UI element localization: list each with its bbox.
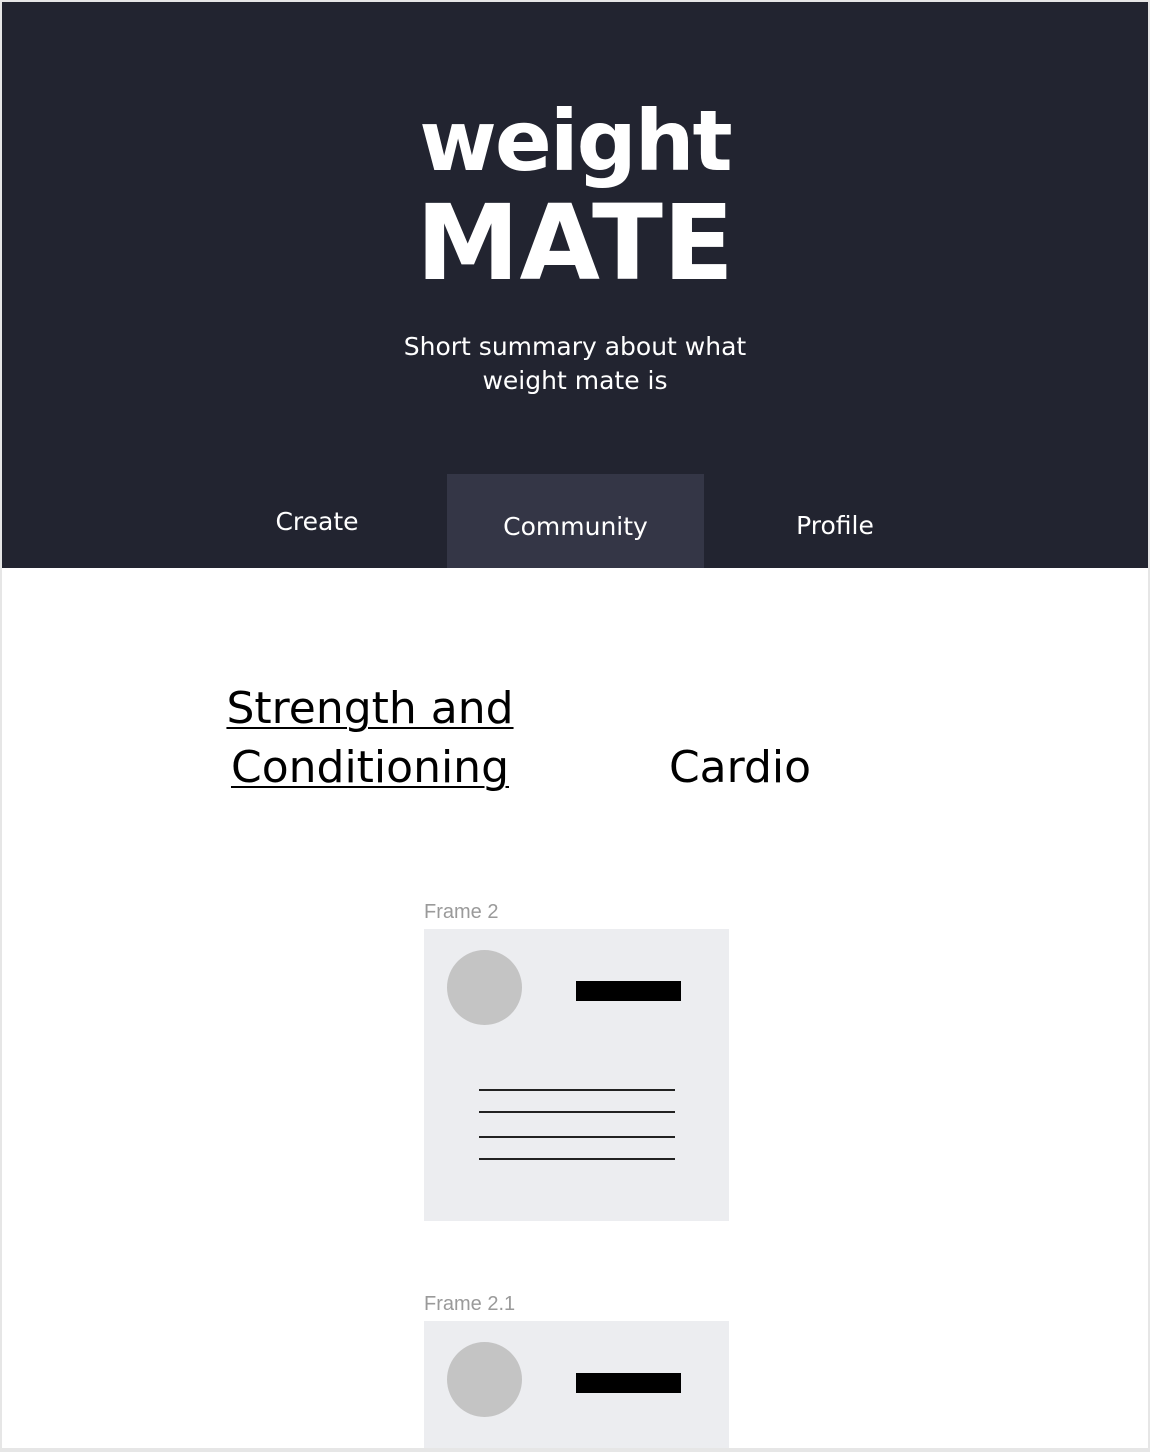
summary-text: Short summary about what weight mate is — [375, 330, 775, 398]
avatar — [447, 1342, 522, 1417]
username-placeholder — [576, 1373, 681, 1393]
header: weight MATE Short summary about what wei… — [2, 2, 1148, 568]
summary-line-2: weight mate is — [482, 366, 668, 395]
frame-label: Frame 2.1 — [424, 1293, 516, 1315]
category-strength-and-conditioning[interactable]: Strength and Conditioning — [210, 679, 530, 797]
text-line-placeholder — [479, 1089, 675, 1091]
category-strength-line-2: Conditioning — [230, 742, 509, 793]
username-placeholder — [576, 981, 681, 1001]
logo-mate: MATE — [416, 182, 734, 304]
post-card[interactable] — [424, 929, 729, 1221]
text-line-placeholder — [479, 1136, 675, 1138]
nav-profile[interactable]: Profile — [765, 511, 905, 540]
category-cardio[interactable]: Cardio — [630, 738, 850, 797]
text-line-placeholder — [479, 1111, 675, 1113]
nav-community[interactable]: Community — [447, 474, 704, 568]
frame-label: Frame 2 — [424, 901, 499, 923]
category-strength-line-1: Strength and — [226, 683, 514, 734]
avatar — [447, 950, 522, 1025]
page: weight MATE Short summary about what wei… — [2, 2, 1148, 1448]
text-line-placeholder — [479, 1158, 675, 1160]
nav-create[interactable]: Create — [247, 507, 387, 536]
summary-line-1: Short summary about what — [403, 332, 747, 361]
post-card[interactable] — [424, 1321, 729, 1448]
